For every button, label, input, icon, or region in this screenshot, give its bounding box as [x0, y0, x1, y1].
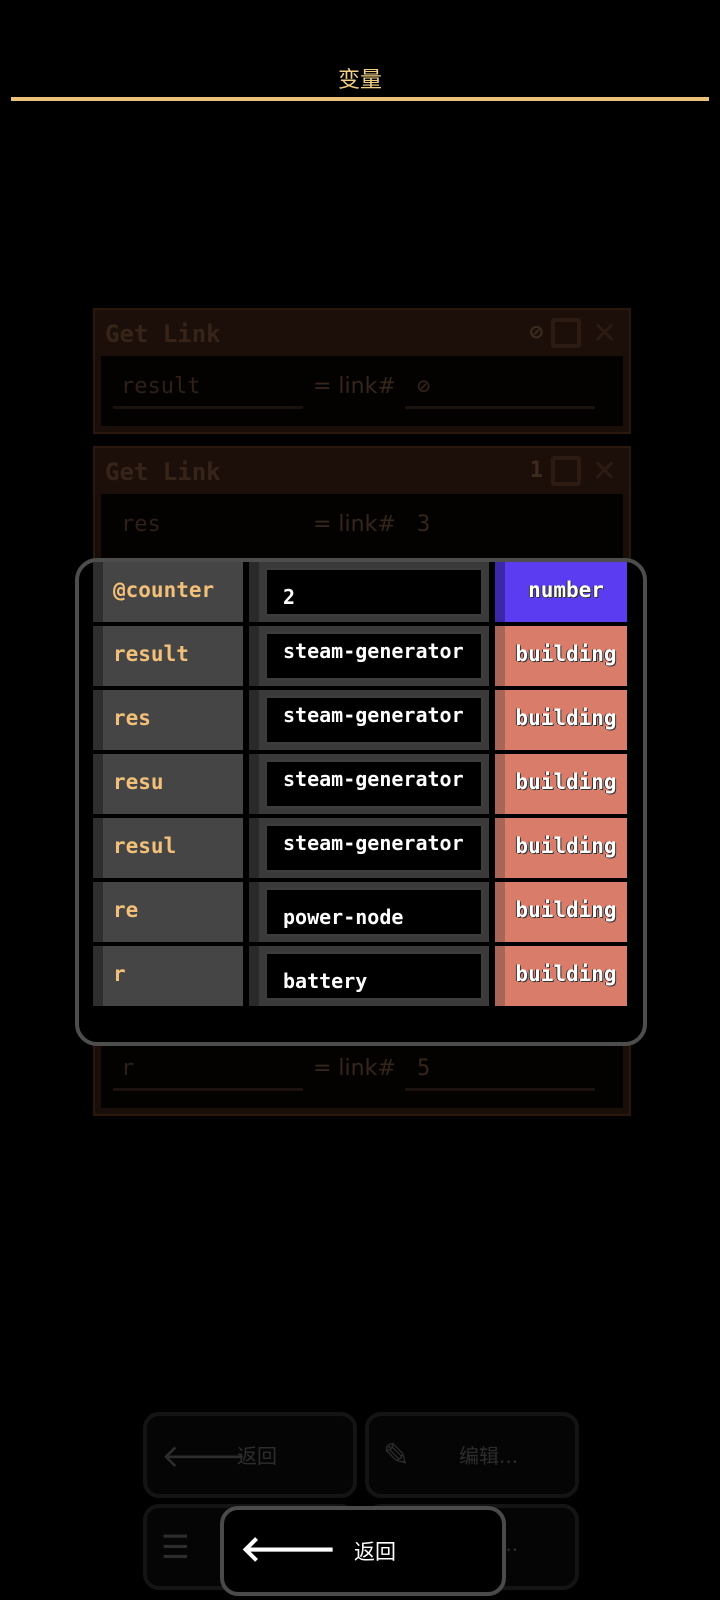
- variable-type: building: [515, 706, 617, 730]
- variable-name-cell: re: [93, 882, 243, 942]
- block-body: result = link# ⊘: [101, 356, 623, 426]
- arrow-left-icon: 🡐: [161, 1437, 247, 1475]
- variable-value-cell: steam-generator: [249, 626, 489, 686]
- block-title: Get Link: [105, 320, 221, 348]
- variable-value-box: steam-generator: [265, 696, 483, 744]
- variable-type-badge: building: [495, 882, 627, 942]
- variable-type: building: [515, 642, 617, 666]
- variable-value-box: power-node: [265, 888, 483, 936]
- variable-name-cell: result: [93, 626, 243, 686]
- block-body: r = link# 5: [101, 1038, 623, 1108]
- edit-icon: ✎: [383, 1436, 410, 1474]
- variable-name-cell: res: [93, 690, 243, 750]
- variable-type-badge: number: [495, 562, 627, 622]
- close-icon: ✕: [591, 316, 617, 351]
- variable-type-badge: building: [495, 818, 627, 878]
- back-button-label: 返回: [354, 1540, 396, 1564]
- variable-row: re power-node building: [93, 882, 627, 942]
- block-operator: = link#: [313, 512, 396, 537]
- block-title: Get Link: [105, 458, 221, 486]
- variable-name: resul: [113, 834, 177, 858]
- block-header: Get Link ⊘ ✕: [95, 310, 629, 356]
- block-variable: result: [121, 374, 201, 399]
- block-variable: res: [121, 512, 161, 537]
- variable-name: re: [113, 898, 139, 922]
- block-value: ⊘: [417, 374, 431, 399]
- block-operator: = link#: [313, 374, 396, 399]
- field-underline: [405, 1088, 595, 1091]
- block-operator: = link#: [313, 1056, 396, 1081]
- variable-value-box: steam-generator: [265, 760, 483, 808]
- variable-type: building: [515, 962, 617, 986]
- variable-type-badge: building: [495, 626, 627, 686]
- variable-value-cell: steam-generator: [249, 690, 489, 750]
- variables-panel: @counter 2 number result steam-generator…: [75, 558, 647, 1046]
- background-edit-button: ✎ 编辑...: [365, 1412, 579, 1498]
- variable-type: building: [515, 770, 617, 794]
- variable-name: r: [113, 962, 126, 986]
- header-title: 变量: [337, 68, 382, 93]
- header-divider: [11, 97, 709, 101]
- arrow-left-icon: 🡐: [240, 1529, 337, 1570]
- variable-row: res steam-generator building: [93, 690, 627, 750]
- variable-value-cell: steam-generator: [249, 754, 489, 814]
- block-variable: r: [121, 1056, 135, 1081]
- variable-name-cell: r: [93, 946, 243, 1006]
- variable-name-cell: resu: [93, 754, 243, 814]
- list-icon: ☰: [161, 1528, 190, 1566]
- variable-type: building: [515, 834, 617, 858]
- variable-value: power-node: [283, 905, 404, 929]
- variable-value-cell: 2: [249, 562, 489, 622]
- variable-value-cell: steam-generator: [249, 818, 489, 878]
- variable-value: steam-generator: [283, 639, 464, 663]
- variable-name: result: [113, 642, 189, 666]
- variable-type-badge: building: [495, 690, 627, 750]
- block-header: Get Link 1 ✕: [95, 448, 629, 494]
- block-count: ⊘: [529, 320, 543, 345]
- variable-name: res: [113, 706, 151, 730]
- background-back-label: 返回: [237, 1444, 277, 1468]
- block-value: 5: [417, 1056, 431, 1081]
- close-icon: ✕: [591, 454, 617, 489]
- background-back-button: 🡐 返回: [143, 1412, 357, 1498]
- variable-value: 2: [283, 585, 296, 609]
- variable-value-cell: power-node: [249, 882, 489, 942]
- variable-row: resu steam-generator building: [93, 754, 627, 814]
- background-edit-label: 编辑...: [459, 1444, 519, 1468]
- variable-name-cell: resul: [93, 818, 243, 878]
- variable-type: building: [515, 898, 617, 922]
- field-underline: [113, 1088, 303, 1091]
- variable-row: @counter 2 number: [93, 562, 627, 622]
- variable-value: steam-generator: [283, 703, 464, 727]
- variable-row: r battery building: [93, 946, 627, 1006]
- variable-value: battery: [283, 969, 368, 993]
- variable-value-box: steam-generator: [265, 824, 483, 872]
- variable-row: result steam-generator building: [93, 626, 627, 686]
- variable-value-box: battery: [265, 952, 483, 1000]
- field-underline: [405, 406, 595, 409]
- variable-type-badge: building: [495, 946, 627, 1006]
- copy-icon: [551, 318, 581, 348]
- variable-name: resu: [113, 770, 164, 794]
- variable-value: steam-generator: [283, 767, 464, 791]
- variable-value-cell: battery: [249, 946, 489, 1006]
- variable-name: @counter: [113, 578, 215, 602]
- variable-value: steam-generator: [283, 831, 464, 855]
- variable-row: resul steam-generator building: [93, 818, 627, 878]
- block-body: res = link# 3: [101, 494, 623, 564]
- background-get-link-block: Get Link ⊘ ✕ result = link# ⊘: [93, 308, 631, 434]
- variable-value-box: 2: [265, 568, 483, 616]
- block-count: 1: [529, 458, 543, 483]
- block-value: 3: [417, 512, 431, 537]
- variable-name-cell: @counter: [93, 562, 243, 622]
- variable-type-badge: building: [495, 754, 627, 814]
- background-get-link-block: Get Link 1 ✕ res = link# 3: [93, 446, 631, 572]
- copy-icon: [551, 456, 581, 486]
- variable-type: number: [528, 578, 604, 602]
- variable-value-box: steam-generator: [265, 632, 483, 680]
- back-button[interactable]: 🡐 返回: [220, 1506, 506, 1596]
- field-underline: [113, 406, 303, 409]
